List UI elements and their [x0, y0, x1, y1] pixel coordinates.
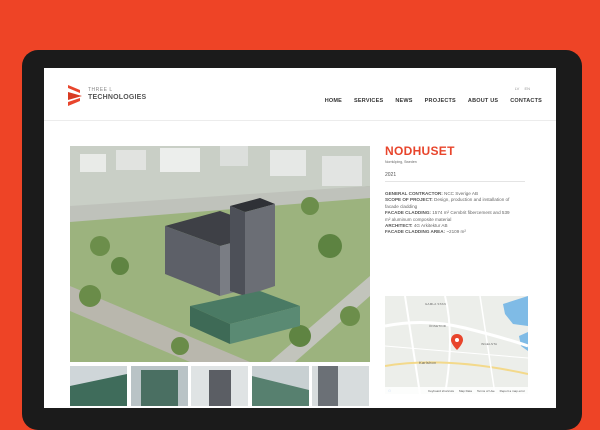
project-year: 2021 — [385, 172, 525, 182]
language-switcher: LV EN — [511, 86, 530, 91]
map-footer: Keyboard shortcuts Map Data Terms of Use… — [385, 387, 528, 394]
map-place-label: Karlshov — [419, 360, 437, 365]
lang-en[interactable]: EN — [524, 86, 530, 91]
logo-line1: THREE L — [88, 87, 113, 93]
project-title: NODHUSET — [385, 144, 455, 158]
map-footer-link[interactable]: Map Data — [459, 389, 472, 393]
detail-label: GENERAL CONTRACTOR: — [385, 191, 443, 196]
detail-value: 4G Arkitektur AB — [413, 223, 448, 229]
map-place-label: GAMLA STAN — [425, 302, 446, 306]
nav-services[interactable]: SERVICES — [354, 98, 383, 104]
project-details: GENERAL CONTRACTOR: NCC Sverige AB SCOPE… — [385, 191, 515, 236]
gallery-thumbnail[interactable] — [70, 366, 128, 406]
thumbnail-image — [251, 366, 309, 406]
main-nav: HOME SERVICES NEWS PROJECTS ABOUT US CON… — [325, 98, 542, 104]
map-place-label: INGELSTA — [481, 342, 498, 346]
site-header: THREE L TECHNOLOGIES LV EN HOME SERVICES… — [44, 68, 556, 121]
map-place-label: ÖNSETIND — [429, 324, 447, 328]
logo[interactable]: THREE L TECHNOLOGIES — [68, 85, 146, 111]
detail-label: ARCHITECT: — [385, 223, 413, 229]
location-map[interactable]: GAMLA STAN ÖNSETIND INGELSTA Karlshov G … — [385, 296, 528, 394]
thumbnail-image — [130, 366, 188, 406]
thumbnail-image — [312, 366, 370, 406]
project-location: Norrköping, Sweden — [385, 160, 417, 164]
nav-news[interactable]: NEWS — [395, 98, 412, 104]
thumbnail-strip — [70, 366, 370, 406]
detail-label: FACADE CLADDING AREA: — [385, 229, 446, 235]
nav-about-us[interactable]: ABOUT US — [468, 98, 498, 104]
gallery-thumbnail[interactable] — [130, 366, 189, 406]
detail-label: SCOPE OF PROJECT: — [385, 197, 433, 203]
aerial-rendering — [70, 146, 370, 362]
gallery-thumbnail[interactable] — [191, 366, 249, 406]
nav-contacts[interactable]: CONTACTS — [510, 98, 542, 104]
nav-projects[interactable]: PROJECTS — [425, 98, 456, 104]
detail-label: FACADE CLADDING: — [385, 210, 431, 216]
logo-line2: TECHNOLOGIES — [88, 94, 147, 101]
map-footer-link[interactable]: Keyboard shortcuts — [428, 389, 454, 393]
logo-icon — [68, 85, 82, 106]
gallery-thumbnail[interactable] — [312, 366, 370, 406]
nav-home[interactable]: HOME — [325, 98, 342, 104]
map-footer-link[interactable]: Terms of Use — [477, 389, 495, 393]
project-info: NODHUSET Norrköping, Sweden 2021 GENERAL… — [385, 144, 535, 236]
browser-screen: THREE L TECHNOLOGIES LV EN HOME SERVICES… — [44, 68, 556, 408]
lang-lv[interactable]: LV — [515, 86, 520, 91]
thumbnail-image — [191, 366, 249, 406]
project-hero-image[interactable] — [70, 146, 370, 362]
gallery-thumbnail[interactable] — [251, 366, 310, 406]
thumbnail-image — [70, 366, 127, 406]
map-tiles — [385, 296, 528, 394]
detail-value: NCC Sverige AB — [444, 191, 479, 196]
detail-value: ~2109 m² — [446, 229, 466, 235]
map-footer-link[interactable]: Report a map error — [500, 389, 525, 393]
